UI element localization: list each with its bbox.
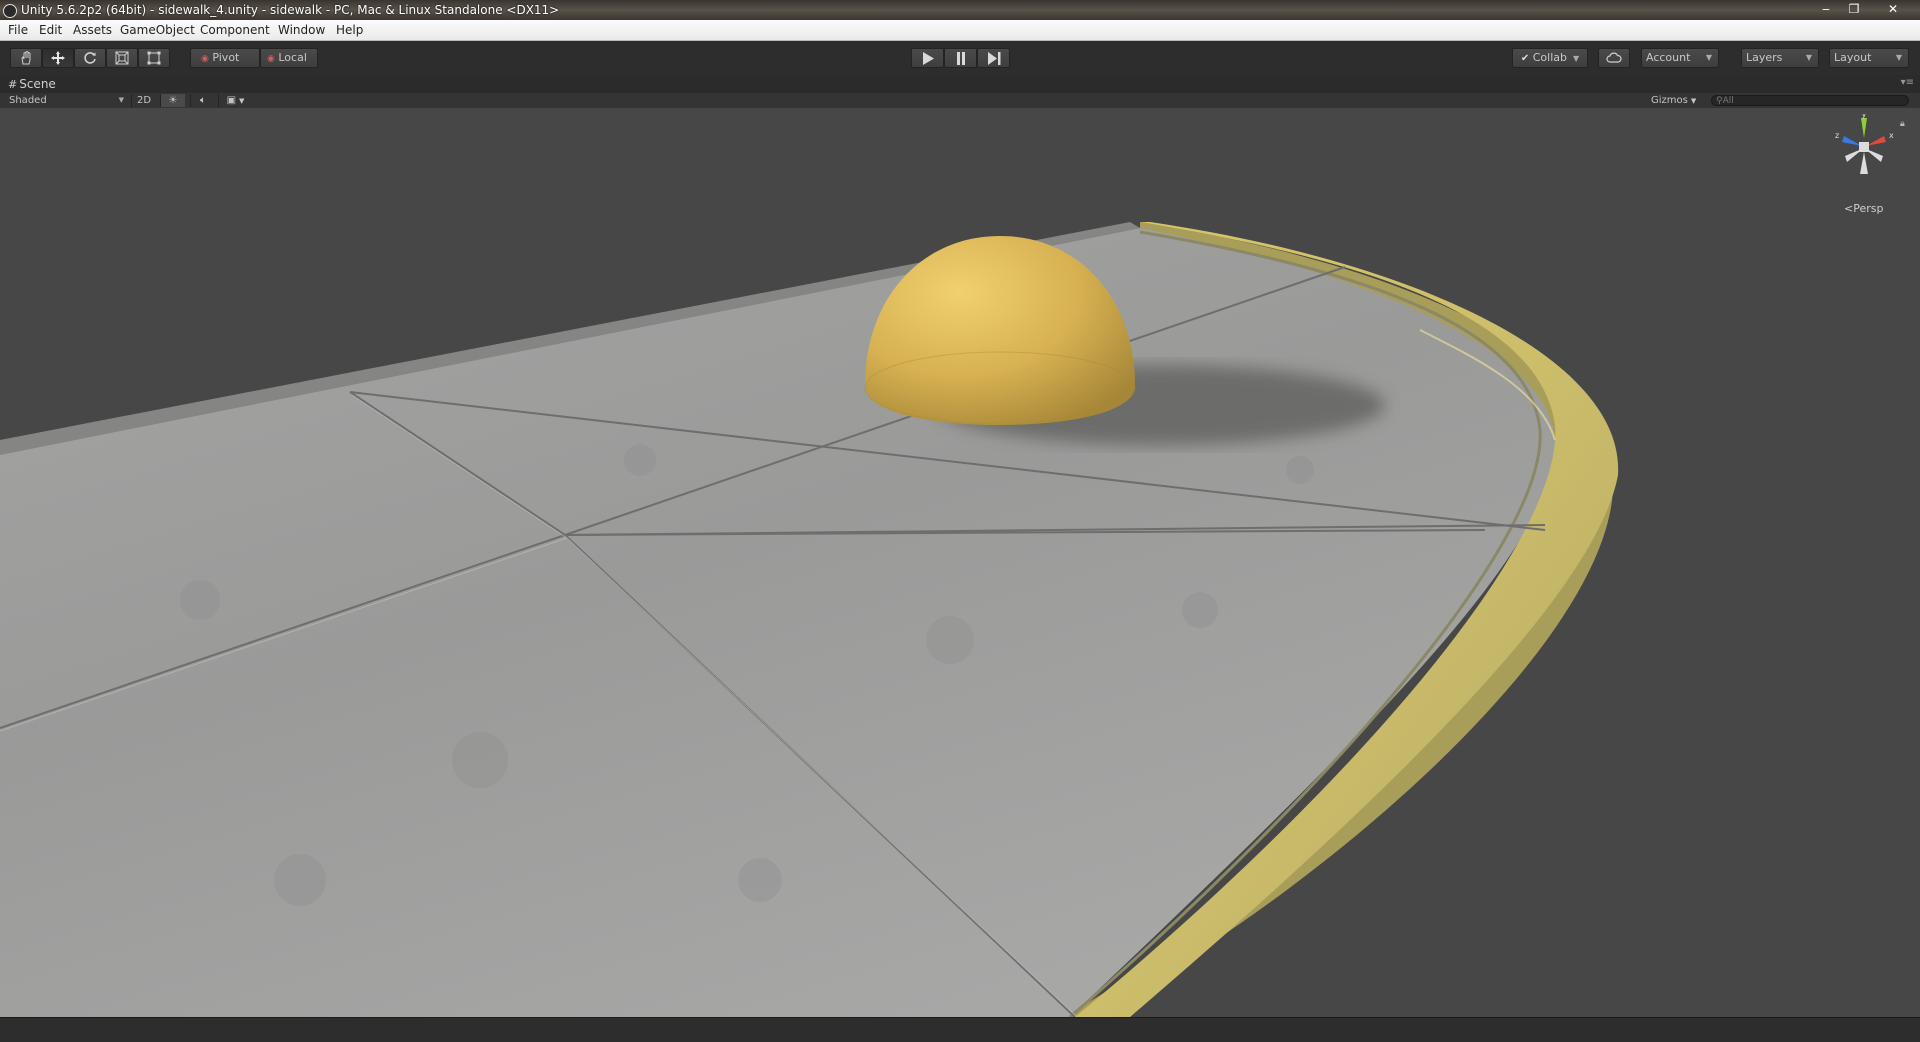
gizmo-center-cube — [1859, 142, 1869, 152]
scene-tab-header: # Scene ▾≡ — [0, 75, 1920, 93]
y-axis-label: y — [1862, 114, 1867, 119]
scene-audio-toggle[interactable]: 🔈︎ — [190, 94, 215, 107]
local-label: Local — [278, 51, 307, 64]
pause-button[interactable] — [944, 48, 977, 68]
scale-icon — [115, 51, 129, 65]
step-button[interactable] — [977, 48, 1010, 68]
z-axis-label: z — [1835, 131, 1839, 140]
layout-dropdown[interactable]: Layout ▼ — [1829, 48, 1909, 68]
window-title: Unity 5.6.2p2 (64bit) - sidewalk_4.unity… — [21, 3, 560, 17]
check-icon: ✔ — [1520, 53, 1530, 64]
play-button[interactable] — [911, 48, 944, 68]
rect-tool-button[interactable] — [138, 48, 170, 68]
layers-label: Layers — [1746, 51, 1783, 64]
scene-search-input[interactable]: ⚲All — [1711, 95, 1909, 106]
pivot-toggle-button[interactable]: ◉ Pivot — [190, 48, 260, 68]
maximize-button[interactable]: ❐ — [1841, 1, 1867, 17]
scale-tool-button[interactable] — [106, 48, 138, 68]
rotate-tool-button[interactable] — [74, 48, 106, 68]
layers-dropdown[interactable]: Layers ▼ — [1741, 48, 1819, 68]
cloud-icon — [1606, 52, 1622, 63]
lock-icon[interactable]: 🔒︎ — [1900, 119, 1905, 129]
arrow-left-icon: < — [1844, 202, 1854, 215]
layout-label: Layout — [1834, 51, 1872, 64]
chevron-down-icon: ▼ — [1690, 97, 1697, 105]
step-icon — [987, 52, 1000, 65]
close-button[interactable]: ✕ — [1880, 1, 1906, 17]
draw-mode-dropdown[interactable]: Shaded ▼ — [9, 94, 124, 107]
collab-label: Collab — [1532, 51, 1567, 64]
gizmos-dropdown[interactable]: Gizmos ▼ — [1651, 94, 1701, 107]
2d-toggle-button[interactable]: 2D — [131, 94, 156, 107]
projection-label: Persp — [1853, 202, 1884, 215]
image-icon: ▣ — [226, 95, 237, 106]
scene-tab[interactable]: # Scene — [8, 77, 56, 91]
panel-menu-icon[interactable]: ▾≡ — [1901, 77, 1914, 88]
menu-bar: File Edit Assets GameObject Component Wi… — [0, 20, 1920, 41]
chevron-down-icon: ▼ — [118, 96, 124, 104]
draw-mode-label: Shaded — [9, 95, 47, 106]
speaker-icon: 🔈︎ — [200, 95, 206, 106]
chevron-down-icon: ▼ — [1805, 53, 1812, 62]
local-space-icon: ◉ — [267, 54, 275, 64]
menu-file[interactable]: File — [8, 23, 28, 37]
menu-edit[interactable]: Edit — [39, 23, 62, 37]
rect-icon — [147, 51, 161, 65]
search-icon: ⚲ — [1716, 96, 1723, 106]
chevron-down-icon: ▼ — [1895, 53, 1902, 62]
gizmos-label: Gizmos — [1651, 95, 1688, 106]
sidewalk-slab — [0, 228, 1556, 1017]
hand-icon — [21, 50, 31, 65]
chevron-down-icon: ▼ — [239, 97, 245, 105]
sidewalk-scene — [0, 222, 1619, 1017]
scene-effects-dropdown[interactable]: ▣ ▼ — [218, 94, 252, 107]
chevron-down-icon: ▼ — [1705, 53, 1712, 62]
menu-window[interactable]: Window — [278, 23, 325, 37]
local-toggle-button[interactable]: ◉ Local — [260, 48, 318, 68]
main-toolbar: ◉ Pivot ◉ Local ✔ Collab ▼ Account ▼ Layer… — [0, 41, 1920, 76]
unity-logo-icon — [3, 4, 17, 18]
pause-icon — [956, 52, 965, 65]
menu-assets[interactable]: Assets — [73, 23, 112, 37]
scene-lighting-toggle[interactable]: ☀ — [160, 94, 185, 107]
scene-toolbar: Shaded ▼ 2D ☀ 🔈︎ ▣ ▼ Gizmos ▼ ⚲All — [0, 93, 1920, 109]
account-label: Account — [1646, 51, 1691, 64]
window-title-bar: Unity 5.6.2p2 (64bit) - sidewalk_4.unity… — [0, 0, 1920, 20]
grid-icon: # — [8, 78, 18, 91]
pivot-label: Pivot — [212, 51, 240, 64]
scene-orientation-gizmo[interactable]: y x z — [1834, 114, 1894, 184]
account-dropdown[interactable]: Account ▼ — [1641, 48, 1719, 68]
scene-tab-label: Scene — [19, 77, 56, 91]
chevron-down-icon: ▼ — [1572, 54, 1580, 63]
play-icon — [922, 52, 934, 65]
menu-help[interactable]: Help — [336, 23, 363, 37]
menu-component[interactable]: Component — [200, 23, 270, 37]
x-axis-label: x — [1889, 131, 1894, 140]
scene-viewport[interactable] — [0, 108, 1920, 1017]
search-placeholder: All — [1722, 96, 1734, 106]
sun-icon: ☀ — [168, 95, 178, 106]
rotate-icon — [84, 52, 96, 64]
move-icon — [51, 51, 65, 65]
pivot-icon: ◉ — [201, 54, 209, 64]
hand-tool-button[interactable] — [10, 48, 42, 68]
minimize-button[interactable]: ‒ — [1813, 1, 1839, 17]
menu-gameobject[interactable]: GameObject — [120, 23, 195, 37]
collab-dropdown[interactable]: ✔ Collab ▼ — [1512, 48, 1588, 68]
cloud-services-button[interactable] — [1598, 48, 1630, 68]
status-bar — [0, 1017, 1920, 1042]
y-axis-handle — [1861, 118, 1867, 138]
projection-toggle[interactable]: <Persp — [1844, 202, 1883, 215]
move-tool-button[interactable] — [42, 48, 74, 68]
